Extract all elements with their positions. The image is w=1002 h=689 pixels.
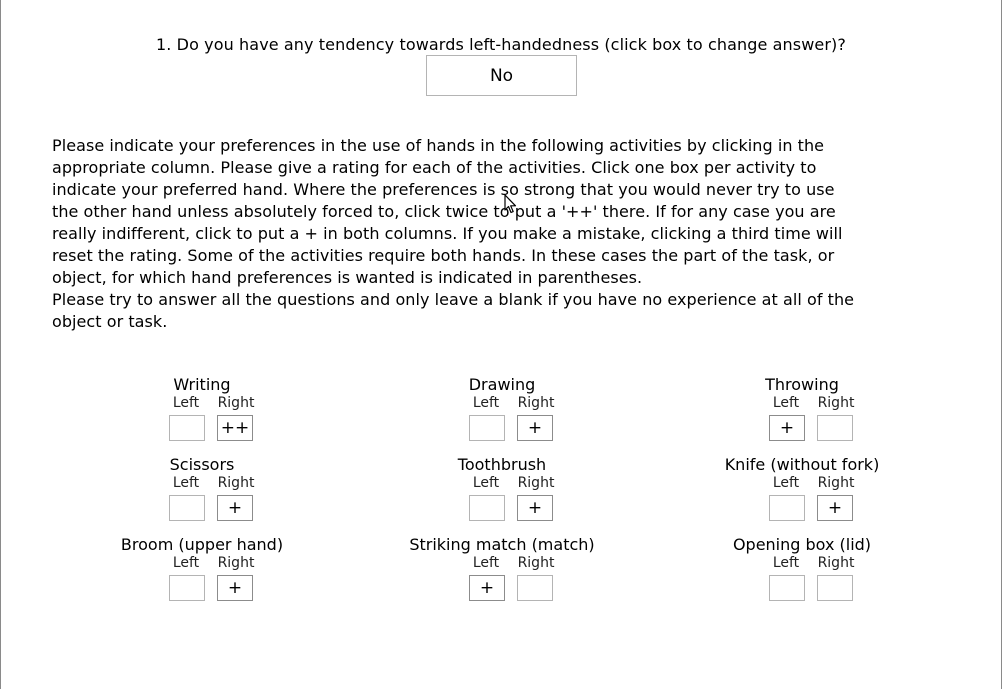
right-label: Right (817, 395, 855, 411)
activity-title: Scissors (169, 455, 235, 474)
left-label: Left (772, 395, 800, 411)
activity-title: Writing (173, 375, 231, 394)
instructions-line: indicate your preferred hand. Where the … (52, 180, 835, 199)
scissors-right-box[interactable]: + (217, 495, 253, 521)
right-label: Right (217, 555, 255, 571)
window-border-left (0, 0, 1, 689)
striking-match-left-box[interactable]: + (469, 575, 505, 601)
activity-title: Opening box (lid) (732, 535, 872, 554)
left-label: Left (172, 555, 200, 571)
right-label: Right (517, 475, 555, 491)
activity-title: Throwing (765, 375, 839, 394)
knife-right-box[interactable]: + (817, 495, 853, 521)
activity-throwing: Throwing Left Right + (672, 375, 932, 441)
activity-drawing: Drawing Left Right + (372, 375, 632, 441)
opening-box-left-box[interactable] (769, 575, 805, 601)
drawing-left-box[interactable] (469, 415, 505, 441)
activity-opening-box: Opening box (lid) Left Right (672, 535, 932, 601)
instructions-line: really indifferent, click to put a + in … (52, 224, 843, 243)
activity-title: Striking match (match) (409, 535, 595, 554)
writing-right-box[interactable]: ++ (217, 415, 253, 441)
instructions-line: object or task. (52, 312, 168, 331)
activity-writing: Writing Left Right ++ (72, 375, 332, 441)
left-label: Left (772, 555, 800, 571)
throwing-right-box[interactable] (817, 415, 853, 441)
drawing-right-box[interactable]: + (517, 415, 553, 441)
right-label: Right (517, 555, 555, 571)
left-label: Left (172, 395, 200, 411)
activity-knife: Knife (without fork) Left Right + (672, 455, 932, 521)
broom-left-box[interactable] (169, 575, 205, 601)
right-label: Right (217, 395, 255, 411)
right-label: Right (517, 395, 555, 411)
instructions-line: object, for which hand preferences is wa… (52, 268, 643, 287)
instructions-line: Please try to answer all the questions a… (52, 290, 855, 309)
toothbrush-left-box[interactable] (469, 495, 505, 521)
left-label: Left (772, 475, 800, 491)
activity-toothbrush: Toothbrush Left Right + (372, 455, 632, 521)
knife-left-box[interactable] (769, 495, 805, 521)
instructions-line: the other hand unless absolutely forced … (52, 202, 836, 221)
instructions-line: reset the rating. Some of the activities… (52, 246, 835, 265)
striking-match-right-box[interactable] (517, 575, 553, 601)
instructions: Please indicate your preferences in the … (52, 135, 952, 333)
opening-box-right-box[interactable] (817, 575, 853, 601)
mouse-pointer-icon (504, 194, 517, 214)
activity-scissors: Scissors Left Right + (72, 455, 332, 521)
left-label: Left (472, 475, 500, 491)
right-label: Right (817, 475, 855, 491)
scissors-left-box[interactable] (169, 495, 205, 521)
question-text: 1. Do you have any tendency towards left… (156, 35, 846, 54)
toothbrush-right-box[interactable]: + (517, 495, 553, 521)
left-label: Left (172, 475, 200, 491)
left-label: Left (472, 555, 500, 571)
activity-title: Drawing (468, 375, 536, 394)
instructions-line: appropriate column. Please give a rating… (52, 158, 817, 177)
activity-striking-match: Striking match (match) Left Right + (372, 535, 632, 601)
right-label: Right (817, 555, 855, 571)
activity-title: Broom (upper hand) (120, 535, 284, 554)
throwing-left-box[interactable]: + (769, 415, 805, 441)
left-handedness-answer-button[interactable]: No (426, 55, 577, 96)
activity-broom: Broom (upper hand) Left Right + (72, 535, 332, 601)
instructions-line: Please indicate your preferences in the … (52, 136, 825, 155)
activity-title: Toothbrush (457, 455, 547, 474)
left-label: Left (472, 395, 500, 411)
broom-right-box[interactable]: + (217, 575, 253, 601)
activity-title: Knife (without fork) (724, 455, 880, 474)
right-label: Right (217, 475, 255, 491)
writing-left-box[interactable] (169, 415, 205, 441)
